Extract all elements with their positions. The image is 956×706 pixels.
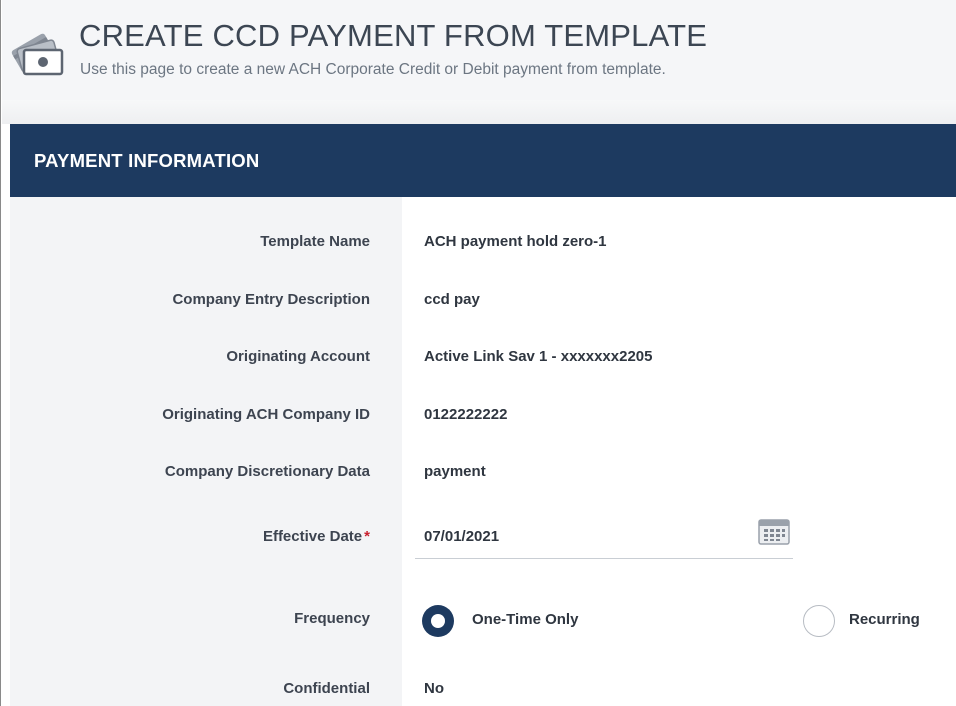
page-header: CREATE CCD PAYMENT FROM TEMPLATE Use thi… — [2, 0, 956, 101]
label-column: Template Name Company Entry Description … — [10, 197, 402, 706]
frequency-one-time-label: One-Time Only — [472, 611, 579, 628]
section-header: PAYMENT INFORMATION — [10, 124, 956, 197]
company-entry-description-value: ccd pay — [424, 291, 480, 308]
radio-unselected-icon — [803, 605, 835, 637]
payment-information-form: Template Name Company Entry Description … — [10, 197, 956, 706]
radio-selected-icon — [422, 605, 454, 637]
company-discretionary-data-value: payment — [424, 463, 486, 480]
effective-date-field — [415, 513, 793, 559]
company-discretionary-data-label: Company Discretionary Data — [164, 463, 370, 480]
frequency-recurring-label: Recurring — [849, 611, 920, 628]
originating-account-value: Active Link Sav 1 - xxxxxxx2205 — [424, 348, 653, 365]
template-name-value: ACH payment hold zero-1 — [424, 233, 607, 250]
originating-ach-company-id-label: Originating ACH Company ID — [162, 406, 370, 423]
originating-account-label: Originating Account — [226, 348, 370, 365]
originating-ach-company-id-value: 0122222222 — [424, 406, 508, 423]
frequency-one-time-radio[interactable]: One-Time Only — [422, 605, 602, 637]
section-title: PAYMENT INFORMATION — [34, 150, 260, 171]
frequency-label: Frequency — [294, 610, 370, 627]
page-subtitle: Use this page to create a new ACH Corpor… — [80, 61, 666, 78]
page-frame: CREATE CCD PAYMENT FROM TEMPLATE Use thi… — [0, 0, 956, 706]
calendar-icon[interactable] — [758, 519, 790, 545]
confidential-value: No — [424, 680, 444, 697]
header-separator — [2, 100, 956, 124]
value-column: ACH payment hold zero-1 ccd pay Active L… — [402, 197, 956, 706]
company-entry-description-label: Company Entry Description — [172, 291, 370, 308]
required-marker: * — [364, 528, 370, 545]
payment-cards-icon — [10, 22, 66, 78]
frequency-recurring-radio[interactable]: Recurring — [803, 605, 943, 637]
template-name-label: Template Name — [260, 233, 370, 250]
effective-date-label-text: Effective Date — [262, 528, 363, 545]
confidential-label: Confidential — [283, 680, 370, 697]
page-title: CREATE CCD PAYMENT FROM TEMPLATE — [79, 18, 708, 53]
effective-date-label: Effective Date * — [10, 528, 402, 545]
effective-date-input[interactable] — [424, 524, 744, 548]
